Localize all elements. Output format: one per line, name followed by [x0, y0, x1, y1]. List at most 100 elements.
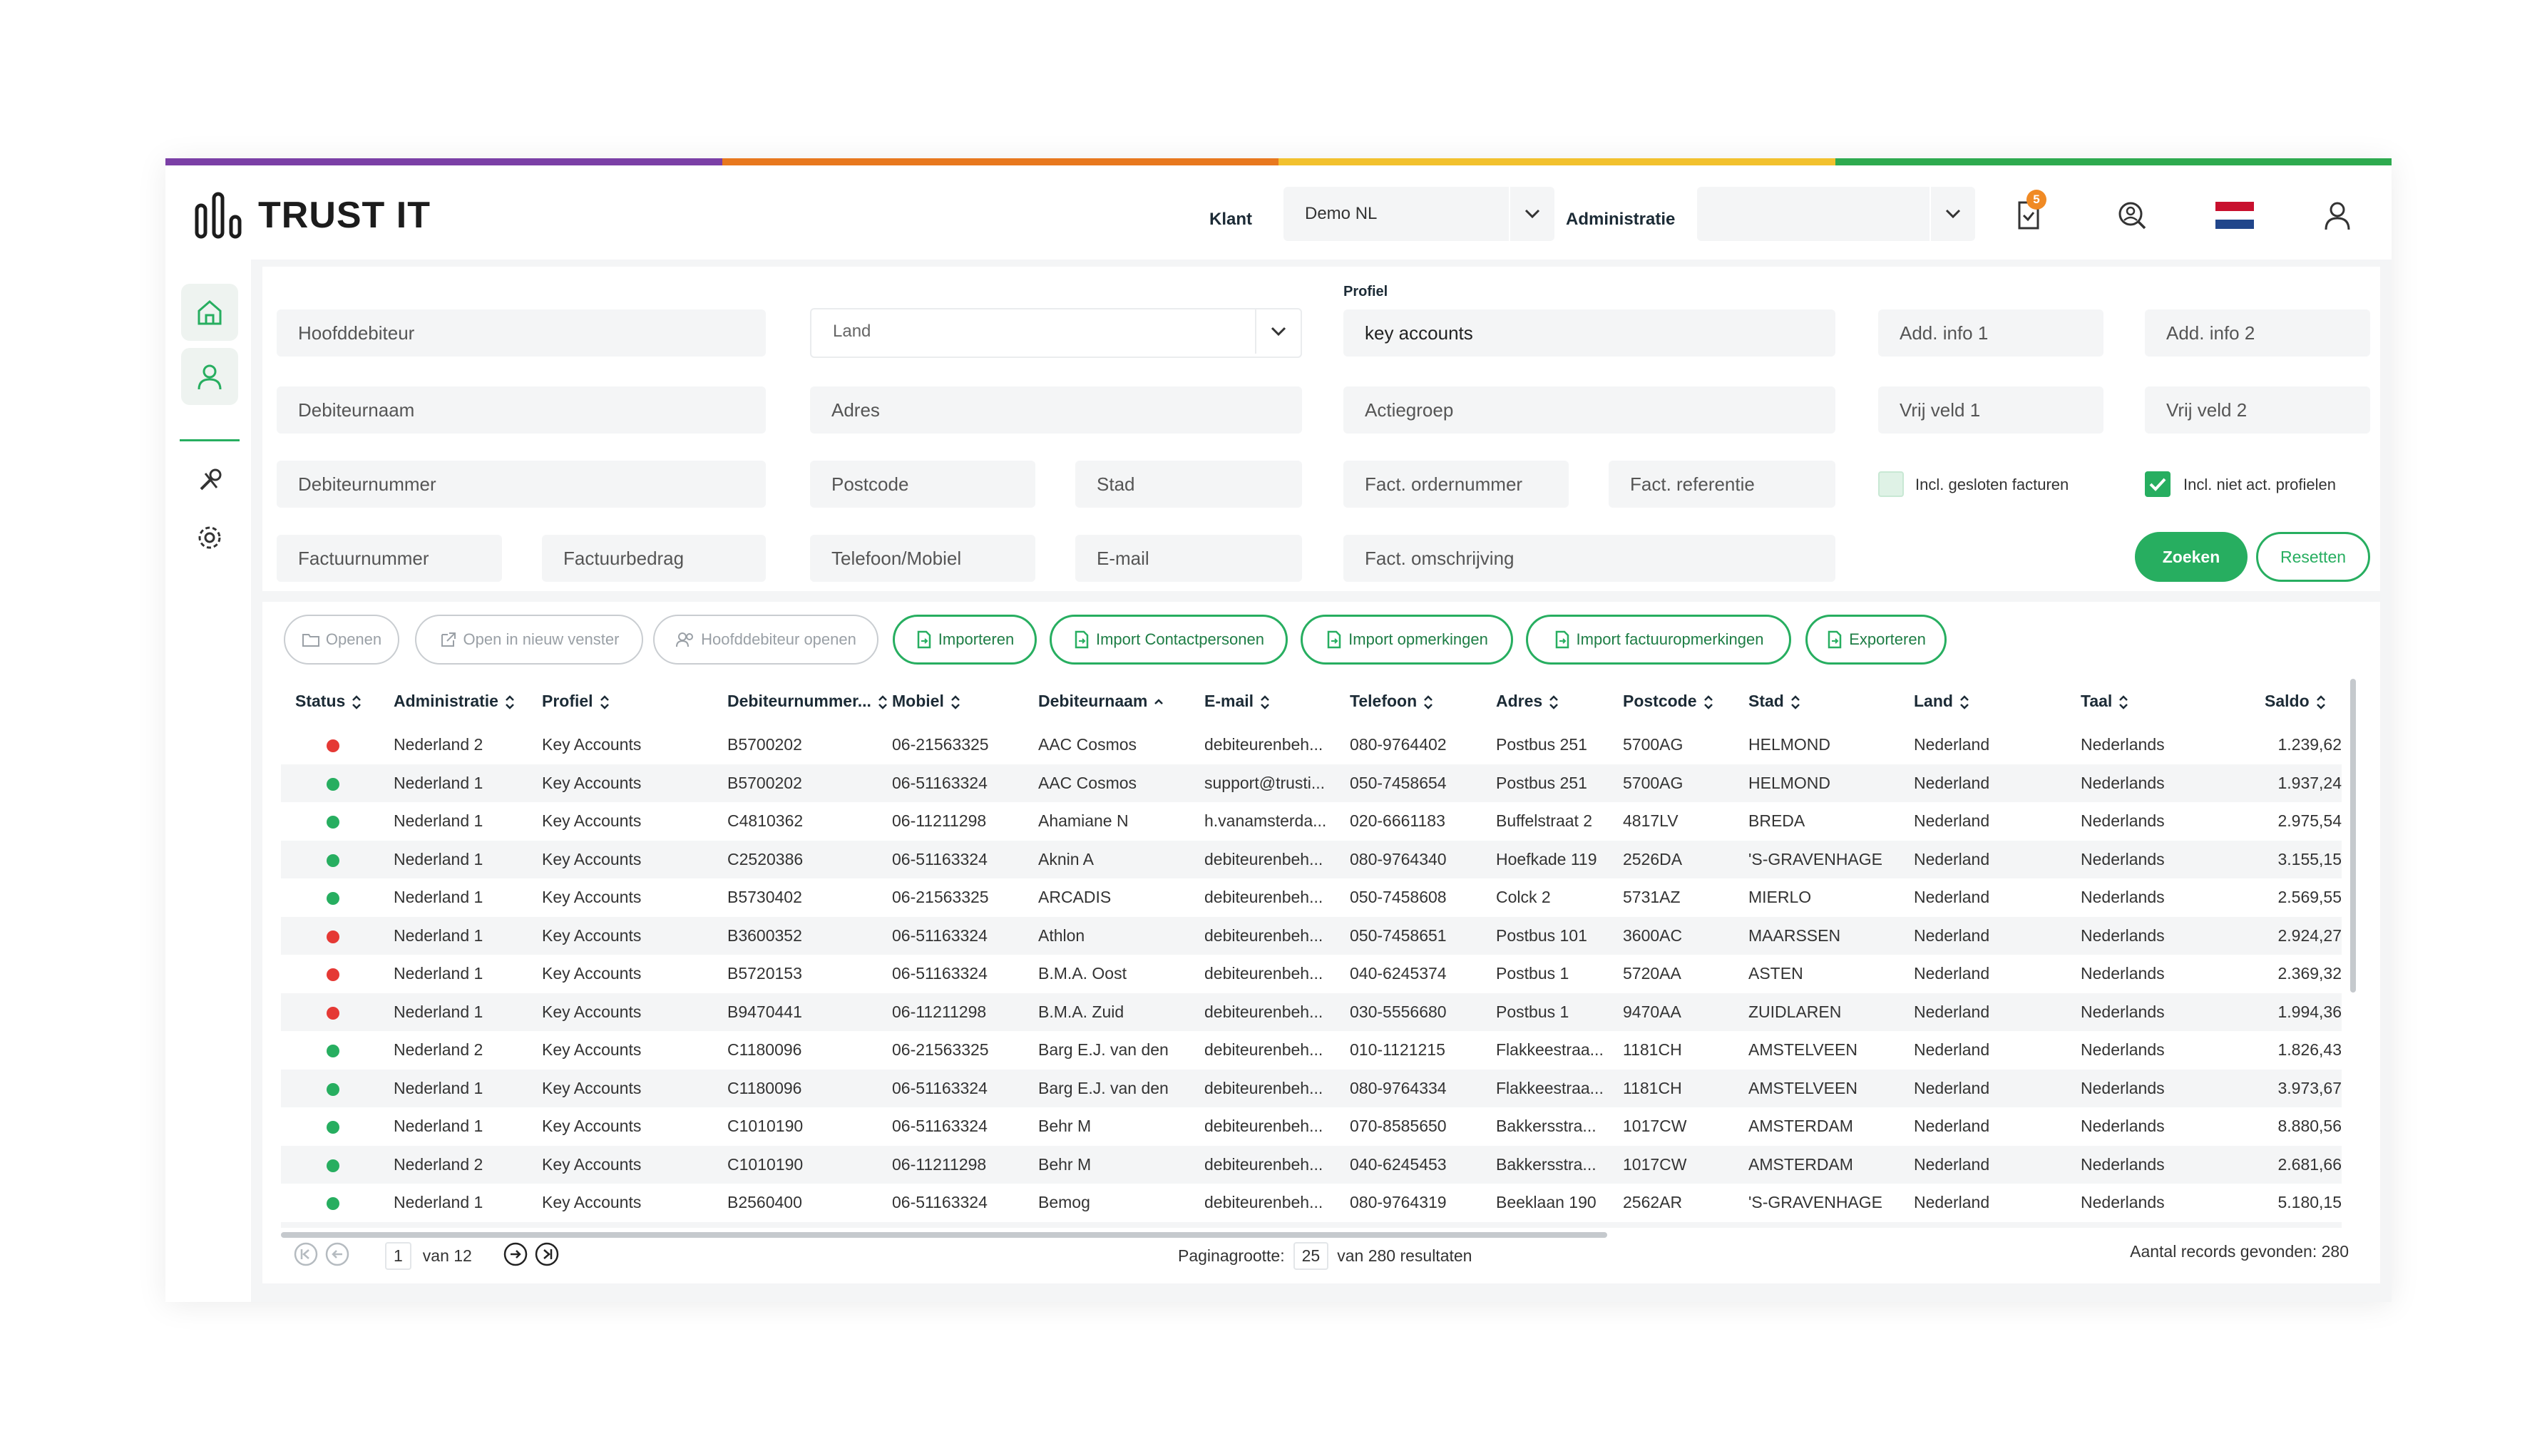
import-opmerkingen-label: Import opmerkingen — [1348, 630, 1488, 648]
vrij-veld-2-input[interactable]: Vrij veld 2 — [2145, 386, 2370, 434]
importeren-button[interactable]: Importeren — [893, 615, 1037, 665]
factuurnummer-input[interactable]: Factuurnummer — [277, 535, 502, 582]
fact-ordernummer-input[interactable]: Fact. ordernummer — [1343, 461, 1569, 508]
administratie-select[interactable] — [1697, 187, 1975, 241]
vrij-veld-1-input[interactable]: Vrij veld 1 — [1878, 386, 2103, 434]
table-cell: 070-8585650 — [1350, 1117, 1447, 1135]
column-header[interactable]: Adres — [1496, 692, 1559, 711]
klant-select[interactable]: Demo NL — [1283, 187, 1554, 241]
adres-input[interactable]: Adres — [810, 386, 1302, 434]
telefoon-mobiel-input[interactable]: Telefoon/Mobiel — [810, 535, 1035, 582]
table-cell: Nederlands — [2081, 1117, 2165, 1135]
email-input[interactable]: E-mail — [1075, 535, 1302, 582]
table-row[interactable]: Nederland 1 Key Accounts B3600352 06-511633… — [281, 916, 2342, 955]
page-size-input[interactable]: 25 — [1293, 1242, 1329, 1270]
zoeken-button[interactable]: Zoeken — [2135, 532, 2248, 582]
column-header-label: Profiel — [542, 692, 593, 710]
table-cell: debiteurenbeh... — [1204, 1117, 1323, 1135]
last-page-icon[interactable] — [535, 1242, 559, 1266]
language-button[interactable] — [2213, 194, 2256, 237]
table-cell: 5720AA — [1623, 964, 1681, 983]
sort-icon — [1261, 695, 1269, 709]
debiteurnummer-input[interactable]: Debiteurnummer — [277, 461, 766, 508]
table-cell: 2.924,27 — [2277, 926, 2342, 945]
import-contactpersonen-button[interactable]: Import Contactpersonen — [1050, 615, 1288, 665]
column-header[interactable]: Land — [1914, 692, 1970, 711]
import-factuuropmerkingen-button[interactable]: Import factuuropmerkingen — [1526, 615, 1791, 665]
column-header[interactable]: Administratie — [394, 692, 516, 711]
postcode-input[interactable]: Postcode — [810, 461, 1035, 508]
column-header-label: Administratie — [394, 692, 498, 710]
open-nieuw-venster-button[interactable]: Open in nieuw venster — [415, 615, 643, 665]
table-cell: Key Accounts — [542, 811, 642, 830]
table-row[interactable]: Nederland 1 Key Accounts C2520386 06-511633… — [281, 840, 2342, 878]
table-row[interactable]: Nederland 1 Key Accounts C1180096 06-511633… — [281, 1069, 2342, 1107]
table-row[interactable]: Nederland 1 Key Accounts C4810362 06-112112… — [281, 802, 2342, 840]
hoofddebiteur-openen-button[interactable]: Hoofddebiteur openen — [653, 615, 878, 665]
prev-page-icon[interactable] — [325, 1242, 349, 1266]
table-cell: C1010190 — [727, 1154, 804, 1174]
vertical-scrollbar[interactable] — [2350, 679, 2356, 993]
table-cell: 06-51163324 — [892, 773, 988, 792]
actiegroep-input[interactable]: Actiegroep — [1343, 386, 1835, 434]
column-header[interactable]: Saldo — [2265, 692, 2327, 711]
table-row[interactable]: Nederland 1 Key Accounts B5730402 06-215633… — [281, 878, 2342, 916]
table-row[interactable]: Nederland 2 Key Accounts C1180096 06-215633… — [281, 1031, 2342, 1069]
account-button[interactable] — [2316, 194, 2359, 237]
openen-button[interactable]: Openen — [284, 615, 399, 665]
column-header[interactable]: Debiteurnummer... — [727, 692, 888, 711]
next-page-icon[interactable] — [503, 1242, 528, 1266]
table-cell: B2560400 — [727, 1193, 802, 1211]
sidebar-divider — [180, 439, 240, 441]
table-row[interactable]: Nederland 1 Key Accounts B5700202 06-511633… — [281, 764, 2342, 802]
add-info-2-input[interactable]: Add. info 2 — [2145, 309, 2370, 357]
exporteren-button[interactable]: Exporteren — [1805, 615, 1947, 665]
table-cell: Nederland — [1914, 811, 1990, 830]
stad-input[interactable]: Stad — [1075, 461, 1302, 508]
sidebar-item-settings[interactable] — [181, 509, 238, 566]
profiel-input[interactable]: key accounts — [1343, 309, 1835, 357]
sidebar-item-tools[interactable] — [181, 452, 238, 509]
column-header[interactable]: Debiteurnaam — [1038, 692, 1164, 711]
hoofddebiteur-input[interactable]: Hoofddebiteur — [277, 309, 766, 357]
column-header[interactable]: Telefoon — [1350, 692, 1434, 711]
table-row[interactable]: Nederland 2 Key Accounts C1010190 06-112112… — [281, 1145, 2342, 1184]
fact-omschrijving-input[interactable]: Fact. omschrijving — [1343, 535, 1835, 582]
page-number-input[interactable]: 1 — [385, 1242, 411, 1270]
table-cell: Postbus 1 — [1496, 964, 1569, 983]
horizontal-scrollbar[interactable] — [281, 1232, 1607, 1238]
table-cell: Nederlands — [2081, 811, 2165, 830]
sidebar-item-debiteuren[interactable] — [181, 348, 238, 405]
table-row[interactable]: Nederland 2 Key Accounts B5700202 06-215633… — [281, 726, 2342, 764]
search-button[interactable] — [2111, 194, 2153, 237]
incl-gesloten-checkbox[interactable] — [1878, 471, 1904, 497]
table-cell: Nederland — [1914, 926, 1990, 945]
column-header[interactable]: Mobiel — [892, 692, 961, 711]
notifications-button[interactable]: 5 — [2007, 190, 2049, 237]
sidebar-item-home[interactable] — [181, 284, 238, 341]
table-row[interactable]: Nederland 1 Key Accounts B2560400 06-511633… — [281, 1184, 2342, 1221]
column-header[interactable]: Profiel — [542, 692, 610, 711]
resetten-button[interactable]: Resetten — [2256, 532, 2370, 582]
status-red-dot — [327, 930, 339, 943]
debiteurnaam-input[interactable]: Debiteurnaam — [277, 386, 766, 434]
table-cell: 06-21563325 — [892, 888, 989, 906]
column-header[interactable]: Postcode — [1623, 692, 1714, 711]
import-opmerkingen-button[interactable]: Import opmerkingen — [1301, 615, 1513, 665]
factuurbedrag-input[interactable]: Factuurbedrag — [542, 535, 766, 582]
column-header[interactable]: E-mail — [1204, 692, 1271, 711]
table-row[interactable]: Nederland 1 Key Accounts C1010190 06-511633… — [281, 1107, 2342, 1145]
table-cell: debiteurenbeh... — [1204, 1193, 1323, 1211]
brand-logo[interactable]: TRUST IT — [194, 191, 431, 240]
column-header[interactable]: Taal — [2081, 692, 2129, 711]
table-row[interactable]: Nederland 1Key AccountsC808044606-112112… — [281, 1221, 2342, 1228]
table-row[interactable]: Nederland 1 Key Accounts B5720153 06-511633… — [281, 955, 2342, 993]
add-info-1-input[interactable]: Add. info 1 — [1878, 309, 2103, 357]
fact-referentie-input[interactable]: Fact. referentie — [1609, 461, 1835, 508]
first-page-icon[interactable] — [294, 1242, 318, 1266]
column-header[interactable]: Status — [295, 692, 362, 711]
column-header[interactable]: Stad — [1748, 692, 1801, 711]
land-select[interactable]: Land — [810, 308, 1302, 358]
incl-niet-act-checkbox[interactable] — [2145, 471, 2171, 497]
table-row[interactable]: Nederland 1 Key Accounts B9470441 06-112112… — [281, 993, 2342, 1031]
